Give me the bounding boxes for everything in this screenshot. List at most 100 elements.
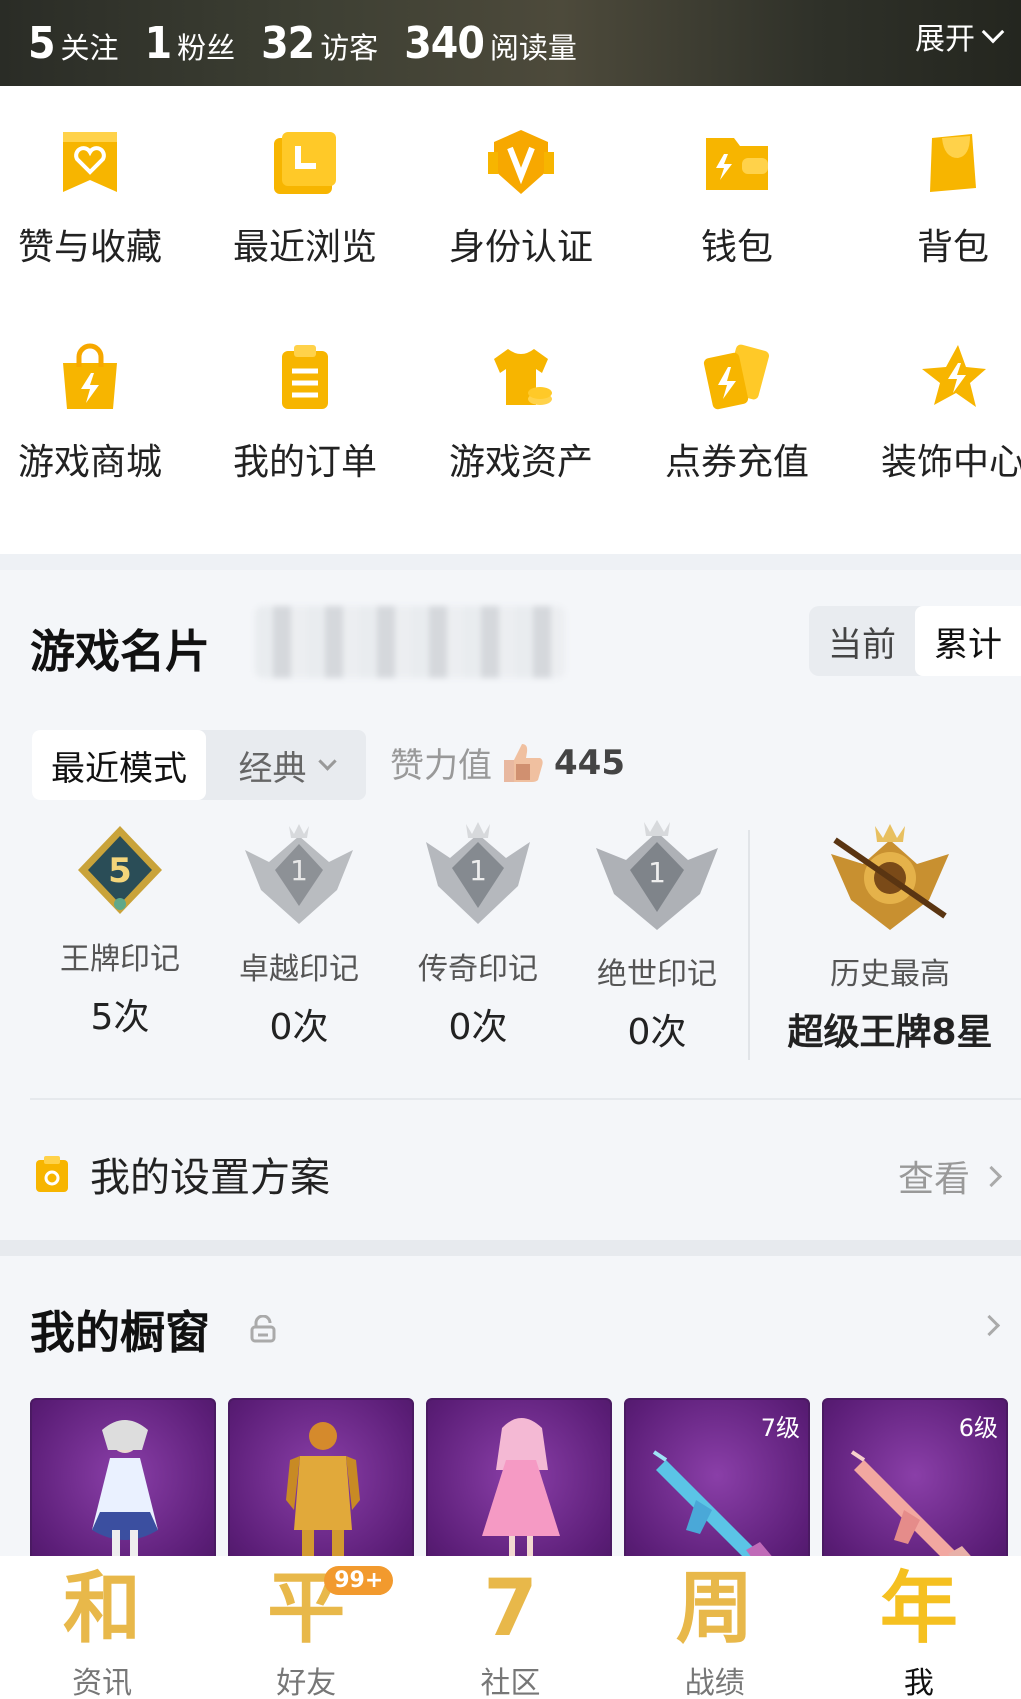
excellence-badge-icon: 1: [245, 824, 353, 924]
tshirt-coin-icon: [486, 343, 556, 413]
toggle-cumulative[interactable]: 累计: [915, 606, 1021, 676]
chevron-down-icon: [317, 751, 337, 771]
func-label: 点券充值: [664, 442, 809, 483]
svg-text:5: 5: [108, 851, 132, 891]
vertical-divider: [748, 830, 750, 1060]
badge-label: 传奇印记: [418, 952, 538, 987]
game-card-title: 游戏名片: [30, 625, 211, 678]
my-settings-row[interactable]: 我的设置方案: [34, 1145, 330, 1203]
func-recent-browse[interactable]: 最近浏览: [205, 128, 405, 270]
coupon-card-icon: [702, 343, 772, 413]
stat-label: 关注: [60, 30, 119, 65]
settings-label: 我的设置方案: [90, 1155, 330, 1201]
star-decoration-icon: [918, 343, 988, 413]
badge-highest-rank[interactable]: 历史最高 超级王牌8星: [770, 820, 1010, 1055]
view-settings-link[interactable]: 查看: [897, 1150, 1003, 1202]
showcase-section: 我的橱窗 7级 6级: [0, 1256, 1021, 1618]
power-label: 赞力值: [390, 746, 492, 786]
thumbs-up-icon: [500, 740, 546, 786]
badge-label: 王牌印记: [60, 942, 180, 977]
tab-classic-dropdown[interactable]: 经典: [206, 730, 366, 800]
nav-news[interactable]: 和 资讯: [0, 1556, 204, 1699]
func-game-shop[interactable]: 游戏商城: [0, 343, 190, 485]
item-level: 6级: [958, 1414, 998, 1442]
nav-community[interactable]: 7 社区: [408, 1556, 612, 1699]
func-label: 游戏商城: [17, 442, 162, 483]
shop-bag-icon: [55, 343, 125, 413]
view-label: 查看: [897, 1159, 970, 1200]
community-glyph-icon: 7: [483, 1564, 538, 1654]
func-label: 最近浏览: [232, 227, 377, 268]
nav-label: 好友: [276, 1666, 337, 1699]
stat-label: 访客: [320, 30, 379, 65]
nav-label: 资讯: [72, 1666, 133, 1699]
badge-count: 0次: [269, 1007, 329, 1048]
toggle-current[interactable]: 当前: [809, 606, 915, 676]
expand-button[interactable]: 展开: [915, 14, 1005, 58]
power-value: 445: [554, 742, 625, 783]
badge-label: 历史最高: [830, 957, 950, 992]
backpack-icon: [918, 128, 988, 198]
badge-stats: 5 王牌印记 5次 1 卓越印记 0次 1 传奇印记 0次 1 绝世印记 0次 …: [0, 820, 1021, 1060]
func-label: 装饰中心: [880, 442, 1021, 483]
mode-tabs: 最近模式 经典: [32, 730, 366, 800]
like-bookmark-icon: [55, 128, 125, 198]
svg-text:1: 1: [469, 854, 487, 887]
expand-label: 展开: [915, 22, 975, 57]
legend-badge-icon: 1: [426, 822, 530, 924]
classic-label: 经典: [238, 748, 307, 789]
showcase-title: 我的橱窗: [30, 1306, 211, 1359]
stat-followers[interactable]: 1 粉丝: [145, 18, 236, 69]
badge-count: 5次: [90, 997, 150, 1038]
power-value-display: 赞力值 445: [390, 738, 625, 787]
badge-excellence[interactable]: 1 卓越印记 0次: [209, 820, 389, 1050]
badge-peerless[interactable]: 1 绝世印记 0次: [567, 820, 747, 1055]
game-card-section: 游戏名片 当前 累计 最近模式 经典 赞力值 445 5 王牌印记 5次 1 卓…: [0, 570, 1021, 1240]
chevron-right-icon: [978, 1314, 1001, 1337]
nav-friends[interactable]: 平 99+ 好友: [204, 1556, 408, 1699]
badge-ace[interactable]: 5 王牌印记 5次: [30, 820, 210, 1040]
lock-icon[interactable]: [250, 1314, 276, 1343]
recent-browse-icon: [270, 128, 340, 198]
func-coupon-recharge[interactable]: 点券充值: [637, 343, 837, 485]
stat-value: 5: [28, 17, 56, 69]
svg-text:1: 1: [290, 854, 308, 887]
records-glyph-icon: 周: [675, 1564, 754, 1654]
badge-label: 卓越印记: [239, 952, 359, 987]
func-label: 我的订单: [232, 442, 377, 483]
peerless-badge-icon: 1: [596, 820, 718, 930]
item-level: 7级: [760, 1414, 800, 1442]
badge-label: 绝世印记: [597, 957, 717, 992]
func-identity-verify[interactable]: 身份认证: [421, 128, 621, 270]
func-my-orders[interactable]: 我的订单: [205, 343, 405, 485]
func-label: 游戏资产: [448, 442, 593, 483]
section-divider: [0, 1240, 1021, 1256]
nav-me[interactable]: 年 我: [817, 1556, 1021, 1699]
conqueror-badge-icon: [831, 824, 949, 930]
stat-reads[interactable]: 340 阅读量: [404, 18, 577, 69]
func-wallet[interactable]: 钱包: [637, 128, 837, 270]
showcase-more-button[interactable]: [978, 1314, 1001, 1337]
blurred-player-name[interactable]: [255, 606, 565, 678]
func-label: 赞与收藏: [17, 227, 162, 268]
divider: [30, 1098, 1021, 1100]
verify-badge-icon: [486, 128, 556, 198]
stat-visitors[interactable]: 32 访客: [261, 18, 378, 69]
func-game-assets[interactable]: 游戏资产: [421, 343, 621, 485]
badge-count: 0次: [448, 1007, 508, 1048]
stat-following[interactable]: 5 关注: [28, 18, 119, 69]
stat-label: 粉丝: [177, 30, 236, 65]
showcase-header: 我的橱窗: [30, 1296, 276, 1361]
func-likes-favorites[interactable]: 赞与收藏: [0, 128, 190, 270]
badge-legend[interactable]: 1 传奇印记 0次: [388, 820, 568, 1050]
profile-stats-bar: 5 关注 1 粉丝 32 访客 340 阅读量 展开: [0, 0, 1021, 86]
nav-records[interactable]: 周 战绩: [613, 1556, 817, 1699]
func-backpack[interactable]: 背包: [853, 128, 1021, 270]
chevron-right-icon: [980, 1165, 1003, 1187]
stat-value: 340: [404, 17, 485, 69]
nav-label: 社区: [480, 1666, 541, 1699]
svg-text:1: 1: [648, 856, 666, 889]
tab-recent-mode[interactable]: 最近模式: [32, 730, 206, 800]
order-clipboard-icon: [270, 343, 340, 413]
func-decoration-center[interactable]: 装饰中心: [853, 343, 1021, 485]
